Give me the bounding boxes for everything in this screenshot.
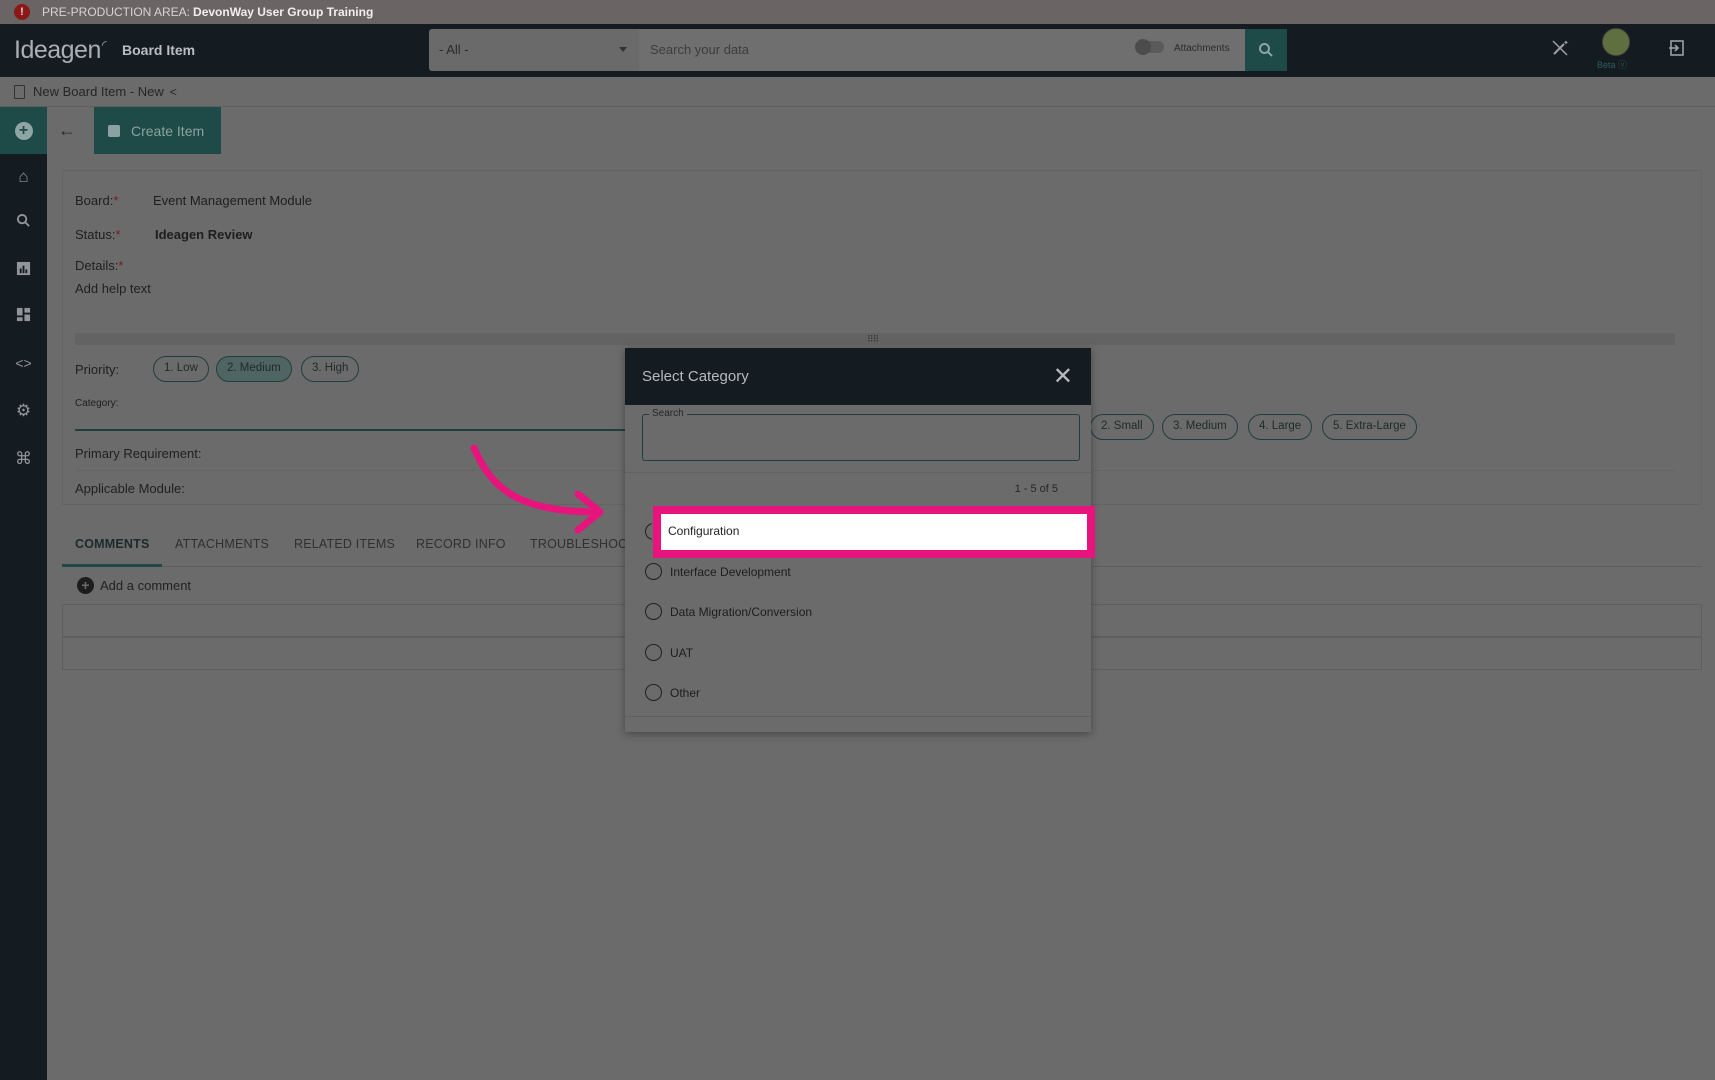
priority-low-chip[interactable]: 1. Low: [153, 356, 209, 382]
size-large-chip[interactable]: 4. Large: [1248, 414, 1313, 440]
primary-requirement-label: Primary Requirement:: [75, 446, 202, 461]
search-field-label: Search: [649, 408, 687, 419]
size-medium-chip[interactable]: 3. Medium: [1162, 414, 1238, 440]
breadcrumb: New Board Item - New <: [0, 77, 1715, 107]
priority-high-chip[interactable]: 3. High: [301, 356, 360, 382]
details-help-text[interactable]: Add help text: [75, 281, 151, 296]
details-label: Details:*: [75, 258, 124, 273]
attachments-label: Attachments: [1174, 43, 1230, 54]
reports-icon[interactable]: [0, 261, 47, 281]
logout-icon[interactable]: [1668, 39, 1686, 62]
gear-icon[interactable]: ⚙: [0, 401, 47, 421]
tab-related-items[interactable]: RELATED ITEMS: [294, 537, 395, 551]
dialog-header: Select Category ✕: [625, 348, 1091, 405]
environment-banner: ! PRE-PRODUCTION AREA: DevonWay User Gro…: [0, 0, 1715, 24]
top-bar: Ideagen◜ Board Item - All - Search your …: [0, 24, 1715, 77]
user-avatar[interactable]: [1602, 28, 1630, 56]
breadcrumb-title: New Board Item - New: [33, 84, 164, 99]
banner-name: DevonWay User Group Training: [193, 5, 374, 19]
drag-handle-icon[interactable]: ⠿⠿: [867, 334, 879, 345]
warning-icon: !: [14, 4, 30, 20]
document-icon: [14, 84, 25, 99]
sidebar-add-button[interactable]: +: [0, 107, 47, 154]
radio-button[interactable]: [645, 563, 662, 580]
category-field-underline[interactable]: [75, 429, 627, 431]
category-option-configuration[interactable]: Configuration: [668, 524, 739, 538]
category-option-other[interactable]: Other: [645, 684, 700, 701]
search-icon[interactable]: [0, 213, 47, 233]
status-value: Ideagen Review: [155, 227, 253, 242]
attachments-toggle[interactable]: [1135, 39, 1164, 55]
active-tab-indicator: [62, 564, 162, 567]
search-icon: [1259, 43, 1273, 57]
dialog-title: Select Category: [642, 368, 749, 385]
category-search-input[interactable]: Search: [642, 408, 1080, 461]
status-label: Status:*: [75, 227, 121, 242]
dialog-divider: [625, 472, 1091, 473]
chevron-down-icon: [619, 47, 627, 52]
tab-attachments[interactable]: ATTACHMENTS: [175, 537, 269, 551]
radio-button[interactable]: [645, 603, 662, 620]
radio-button[interactable]: [645, 684, 662, 701]
app-title: Board Item: [122, 42, 196, 58]
sidebar: + ⌂ <> ⚙ ⌘: [0, 107, 47, 1080]
annotation-arrow-icon: [470, 444, 604, 534]
size-small-chip[interactable]: 2. Small: [1090, 414, 1154, 440]
priority-medium-chip[interactable]: 2. Medium: [216, 356, 292, 382]
category-option-data-migration[interactable]: Data Migration/Conversion: [645, 603, 812, 620]
search-scope-select[interactable]: - All -: [429, 29, 639, 71]
applicable-module-label: Applicable Module:: [75, 481, 185, 496]
close-icon[interactable]: ✕: [1053, 362, 1073, 391]
add-comment-button[interactable]: + Add a comment: [77, 577, 191, 594]
share-icon[interactable]: <: [170, 85, 177, 99]
result-count: 1 - 5 of 5: [1014, 483, 1058, 495]
ideagen-logo[interactable]: Ideagen◜: [14, 36, 107, 65]
search-button[interactable]: [1245, 29, 1287, 71]
magic-wand-off-icon[interactable]: ✦: [1551, 39, 1569, 62]
board-label: Board:*: [75, 193, 119, 208]
add-circle-icon: +: [77, 577, 94, 594]
beta-badge: Beta ⓥ: [1597, 60, 1628, 70]
create-item-button[interactable]: Create Item: [94, 107, 221, 154]
priority-label: Priority:: [75, 362, 120, 377]
back-arrow-icon[interactable]: ←: [58, 120, 76, 141]
board-value: Event Management Module: [153, 193, 312, 208]
category-option-uat[interactable]: UAT: [645, 644, 693, 661]
dashboard-icon[interactable]: [0, 307, 47, 327]
radio-button[interactable]: [645, 644, 662, 661]
banner-prefix: PRE-PRODUCTION AREA:: [42, 5, 191, 19]
code-icon[interactable]: <>: [0, 355, 47, 371]
dialog-footer-divider: [625, 716, 1091, 717]
integrations-icon[interactable]: ⌘: [0, 449, 47, 469]
home-icon[interactable]: ⌂: [0, 167, 47, 187]
category-option-interface-development[interactable]: Interface Development: [645, 563, 791, 580]
category-label: Category:: [75, 398, 119, 409]
svg-text:✦: ✦: [1563, 39, 1569, 47]
plus-icon: +: [14, 121, 33, 140]
size-extra-large-chip[interactable]: 5. Extra-Large: [1322, 414, 1417, 440]
tab-comments[interactable]: COMMENTS: [75, 537, 150, 551]
save-icon: [108, 124, 120, 137]
